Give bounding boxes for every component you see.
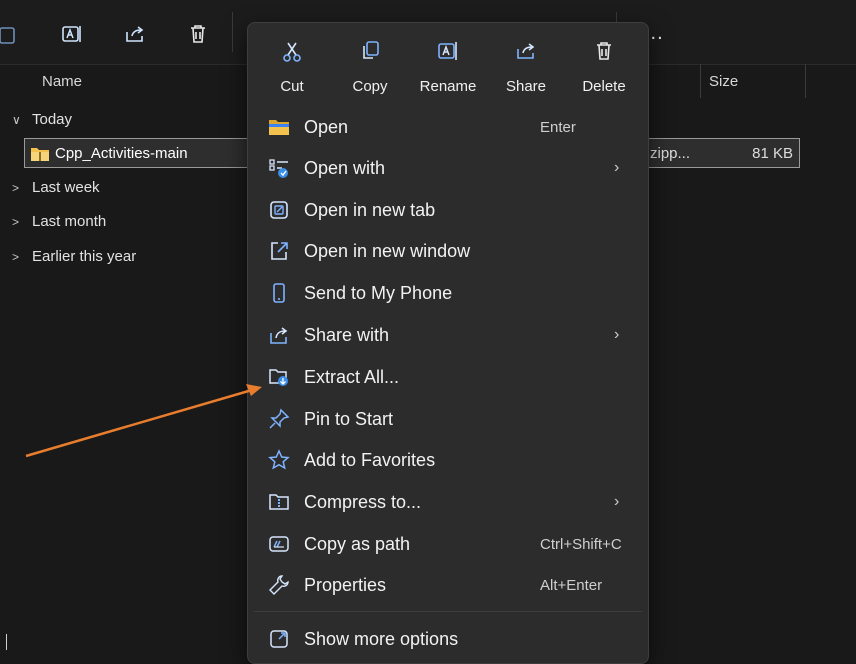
cut-label: Cut — [280, 78, 304, 95]
pin-icon — [269, 408, 290, 429]
menu-item-share-with[interactable]: Share with › — [254, 315, 642, 355]
file-size: 81 KB — [752, 145, 793, 162]
menu-label: Open with — [304, 158, 386, 178]
menu-label: Add to Favorites — [304, 450, 436, 470]
menu-item-copy-as-path[interactable]: Copy as path Ctrl+Shift+C — [254, 524, 642, 564]
menu-label: Compress to... — [304, 492, 422, 512]
menu-shortcut: Alt+Enter — [540, 577, 603, 594]
column-size[interactable]: Size — [709, 73, 738, 90]
folder-icon — [269, 120, 289, 135]
menu-item-open[interactable]: Open Enter — [254, 107, 642, 147]
submenu-arrow-icon: › — [614, 159, 620, 176]
group-label: Earlier this year — [32, 248, 137, 265]
paste-icon[interactable] — [0, 20, 22, 48]
open-with-icon — [269, 159, 288, 178]
star-icon — [268, 449, 290, 470]
menu-label: Pin to Start — [304, 409, 394, 429]
menu-item-show-more-options[interactable]: Show more options — [254, 619, 642, 659]
column-divider[interactable] — [805, 64, 806, 98]
phone-icon — [273, 283, 285, 303]
share-label: Share — [505, 78, 547, 95]
delete-label: Delete — [582, 78, 626, 95]
menu-item-add-to-favorites[interactable]: Add to Favorites — [254, 440, 642, 480]
rename-label: Rename — [419, 78, 477, 95]
rename-icon[interactable] — [58, 20, 86, 48]
column-name[interactable]: Name — [42, 73, 82, 90]
toolbar-divider — [232, 12, 233, 52]
group-last-month[interactable]: > Last month — [12, 213, 106, 230]
context-menu: Cut Copy Rename Share Delete Open Enter … — [247, 22, 649, 664]
copy-path-icon — [269, 536, 289, 552]
rename-button[interactable]: Rename — [412, 31, 484, 97]
menu-label: Extract All... — [304, 367, 400, 387]
copy-button[interactable]: Copy — [334, 31, 406, 97]
chevron-right-icon: > — [12, 249, 20, 264]
menu-item-open-with[interactable]: Open with › — [254, 148, 642, 188]
menu-shortcut: Enter — [540, 119, 576, 136]
menu-label: Send to My Phone — [304, 283, 453, 303]
new-tab-icon — [270, 201, 288, 219]
file-name: Cpp_Activities-main — [55, 145, 188, 162]
scissors-icon — [283, 42, 301, 62]
rename-icon — [438, 42, 457, 60]
share-icon[interactable] — [121, 20, 149, 48]
menu-label: Open in new window — [304, 241, 471, 261]
menu-item-properties[interactable]: Properties Alt+Enter — [254, 565, 642, 605]
chevron-down-icon: ∨ — [12, 112, 21, 127]
menu-item-pin-to-start[interactable]: Pin to Start — [254, 399, 642, 439]
menu-label: Open — [304, 117, 349, 137]
file-type: zipp... — [650, 145, 691, 162]
delete-button[interactable]: Delete — [568, 31, 640, 97]
group-label: Today — [32, 111, 73, 128]
group-earlier-this-year[interactable]: > Earlier this year — [12, 248, 136, 265]
menu-label: Share with — [304, 325, 390, 345]
text-caret — [6, 634, 7, 650]
copy-label: Copy — [352, 78, 388, 95]
share-icon — [270, 327, 288, 344]
menu-item-open-new-window[interactable]: Open in new window — [254, 231, 642, 271]
delete-icon[interactable] — [184, 20, 212, 48]
trash-icon — [597, 42, 611, 60]
wrench-icon — [269, 575, 289, 595]
menu-divider — [254, 611, 642, 612]
copy-icon — [363, 41, 379, 59]
menu-shortcut: Ctrl+Shift+C — [540, 536, 622, 553]
zip-folder-icon — [30, 146, 50, 167]
chevron-right-icon: > — [12, 180, 20, 195]
group-label: Last month — [32, 213, 107, 230]
quick-actions-bar: Cut Copy Rename Share Delete — [248, 23, 648, 105]
menu-label: Properties — [304, 575, 387, 595]
submenu-arrow-icon: › — [614, 493, 620, 510]
chevron-right-icon: > — [12, 214, 20, 229]
cut-button[interactable]: Cut — [256, 31, 328, 97]
show-more-icon — [270, 630, 288, 648]
share-icon — [517, 43, 535, 59]
menu-item-extract-all[interactable]: Extract All... — [254, 357, 642, 397]
compress-icon — [269, 494, 289, 510]
group-today[interactable]: ∨ Today — [12, 111, 72, 128]
share-button[interactable]: Share — [490, 31, 562, 97]
menu-item-open-new-tab[interactable]: Open in new tab — [254, 190, 642, 230]
menu-label: Show more options — [304, 629, 459, 649]
menu-label: Copy as path — [304, 534, 411, 554]
extract-icon — [269, 369, 288, 386]
column-divider[interactable] — [700, 64, 701, 98]
submenu-arrow-icon: › — [614, 326, 620, 343]
group-last-week[interactable]: > Last week — [12, 179, 100, 196]
group-label: Last week — [32, 179, 100, 196]
menu-item-compress-to[interactable]: Compress to... › — [254, 482, 642, 522]
menu-label: Open in new tab — [304, 200, 436, 220]
new-window-icon — [271, 242, 288, 260]
menu-item-send-to-phone[interactable]: Send to My Phone — [254, 273, 642, 313]
